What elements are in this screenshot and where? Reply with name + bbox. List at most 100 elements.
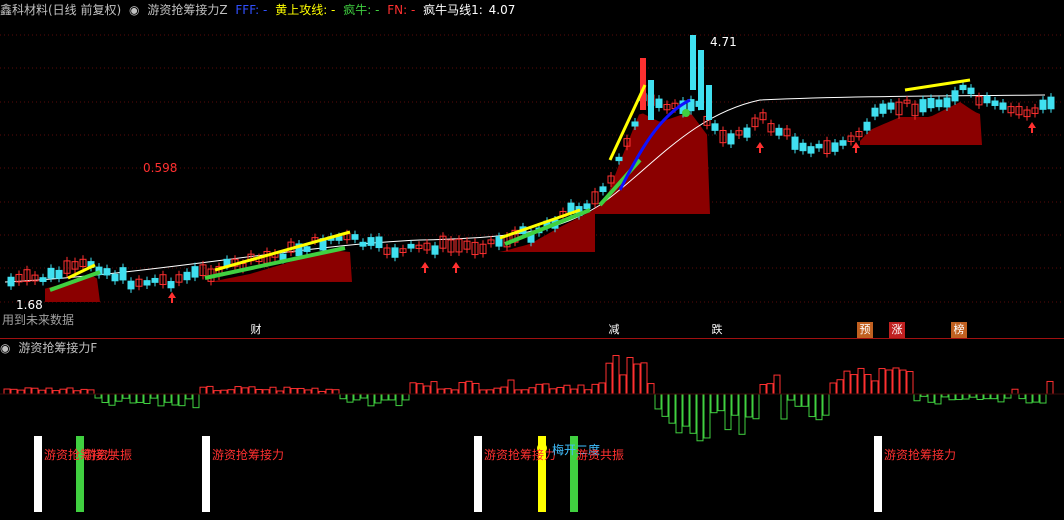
oscillator-bar	[1018, 393, 1026, 400]
signal-label-6: 游资共振	[576, 448, 625, 462]
signal-bar	[34, 436, 42, 512]
oscillator-bar	[241, 387, 249, 395]
oscillator-bar	[311, 387, 319, 395]
oscillator-bar	[507, 379, 515, 395]
oscillator-bar	[297, 387, 305, 395]
oscillator-bar	[318, 390, 326, 395]
oscillator-bar	[52, 390, 60, 395]
event-marker-die[interactable]: 跌	[709, 322, 725, 338]
event-marker-cai[interactable]: 财	[248, 322, 264, 338]
oscillator-bar	[402, 393, 410, 401]
oscillator-bar	[10, 388, 18, 395]
candle-body	[191, 266, 199, 278]
oscillator-bar	[276, 390, 284, 395]
oscillator-bar	[437, 388, 445, 395]
candle-body	[359, 241, 367, 247]
candle-body	[407, 243, 415, 249]
oscillator-bar	[528, 387, 536, 395]
oscillator-bar	[129, 393, 137, 404]
buy-arrow-icon	[168, 292, 176, 303]
oscillator-bar	[234, 386, 242, 395]
buy-arrow-icon	[756, 142, 764, 153]
oscillator-bar	[717, 393, 725, 412]
oscillator-bar	[73, 390, 81, 395]
oscillator-bar	[829, 382, 837, 395]
oscillator-bar	[913, 393, 921, 402]
event-marker-jian[interactable]: 减	[606, 322, 622, 338]
oscillator-bar	[969, 393, 977, 398]
oscillator-bar	[906, 371, 914, 395]
oscillator-bar	[339, 393, 347, 400]
oscillator-bar	[864, 374, 872, 395]
candle-body	[7, 276, 15, 287]
oscillator-bar	[500, 386, 508, 395]
oscillator-bar	[941, 393, 949, 398]
oscillator-bar	[255, 389, 263, 395]
oscillator-bar	[164, 393, 172, 403]
oscillator-bar	[808, 393, 816, 418]
oscillator-bar	[535, 383, 543, 395]
candle-body	[879, 103, 887, 114]
oscillator-bar	[934, 393, 942, 405]
oscillator-bar	[745, 393, 753, 418]
candle-body	[791, 136, 799, 150]
candle-body	[367, 237, 375, 246]
oscillator-bar	[199, 386, 207, 395]
candle-body	[999, 102, 1007, 110]
oscillator-bar	[899, 369, 907, 395]
buy-arrow-icon	[421, 262, 429, 273]
oscillator-bar	[31, 387, 39, 395]
oscillator-bar	[815, 393, 823, 421]
candle-body	[711, 123, 719, 131]
oscillator-bar	[45, 387, 53, 395]
oscillator-bar	[773, 374, 781, 395]
oscillator-bar	[871, 380, 879, 395]
candle-body	[959, 84, 967, 91]
event-marker-zhang[interactable]: 涨	[889, 322, 905, 338]
candle-body	[431, 245, 439, 255]
fill-area	[595, 113, 710, 214]
oscillator-bar	[647, 383, 655, 395]
oscillator-bar	[178, 393, 186, 407]
oscillator-bar	[682, 393, 690, 427]
candle-body	[831, 142, 839, 152]
oscillator-bar	[542, 383, 550, 395]
oscillator-bar	[1039, 393, 1047, 404]
sub-indicator-name[interactable]: 游资抢筹接力F	[18, 341, 97, 355]
oscillator-bar	[136, 393, 144, 403]
candle-body	[943, 97, 951, 108]
oscillator-bar	[409, 382, 417, 395]
oscillator-bar	[325, 388, 333, 395]
oscillator-bar	[584, 389, 592, 395]
oscillator-bar	[1032, 393, 1040, 403]
candle-body	[183, 271, 191, 281]
candle-body	[743, 127, 751, 138]
oscillator-bar	[514, 389, 522, 395]
oscillator-bar	[444, 388, 452, 395]
signal-bar	[202, 436, 210, 512]
oscillator-bar	[87, 389, 95, 395]
oscillator-bar	[227, 389, 235, 395]
buy-arrow-icon	[452, 262, 460, 273]
candle-body	[103, 268, 111, 276]
oscillator-bar	[283, 386, 291, 395]
oscillator-bar	[570, 388, 578, 395]
oscillator-bar	[983, 393, 991, 400]
event-marker-yu[interactable]: 预	[857, 322, 873, 338]
candle-body	[127, 280, 135, 290]
circle-arrow-icon[interactable]: ◉	[0, 341, 10, 355]
oscillator-bar	[220, 389, 228, 395]
candle-body	[775, 127, 783, 136]
price-low-label: 1.68	[16, 298, 43, 312]
candle-body	[391, 247, 399, 258]
candle-body	[655, 98, 663, 108]
oscillator-bar	[654, 393, 662, 410]
oscillator-bar	[423, 385, 431, 395]
oscillator-bar	[416, 383, 424, 395]
oscillator-bar	[346, 393, 354, 403]
oscillator-bar	[66, 387, 74, 395]
event-marker-bang[interactable]: 榜	[951, 322, 967, 338]
oscillator-bar	[3, 388, 11, 395]
candle-body	[303, 246, 311, 252]
oscillator-bar	[724, 393, 732, 431]
